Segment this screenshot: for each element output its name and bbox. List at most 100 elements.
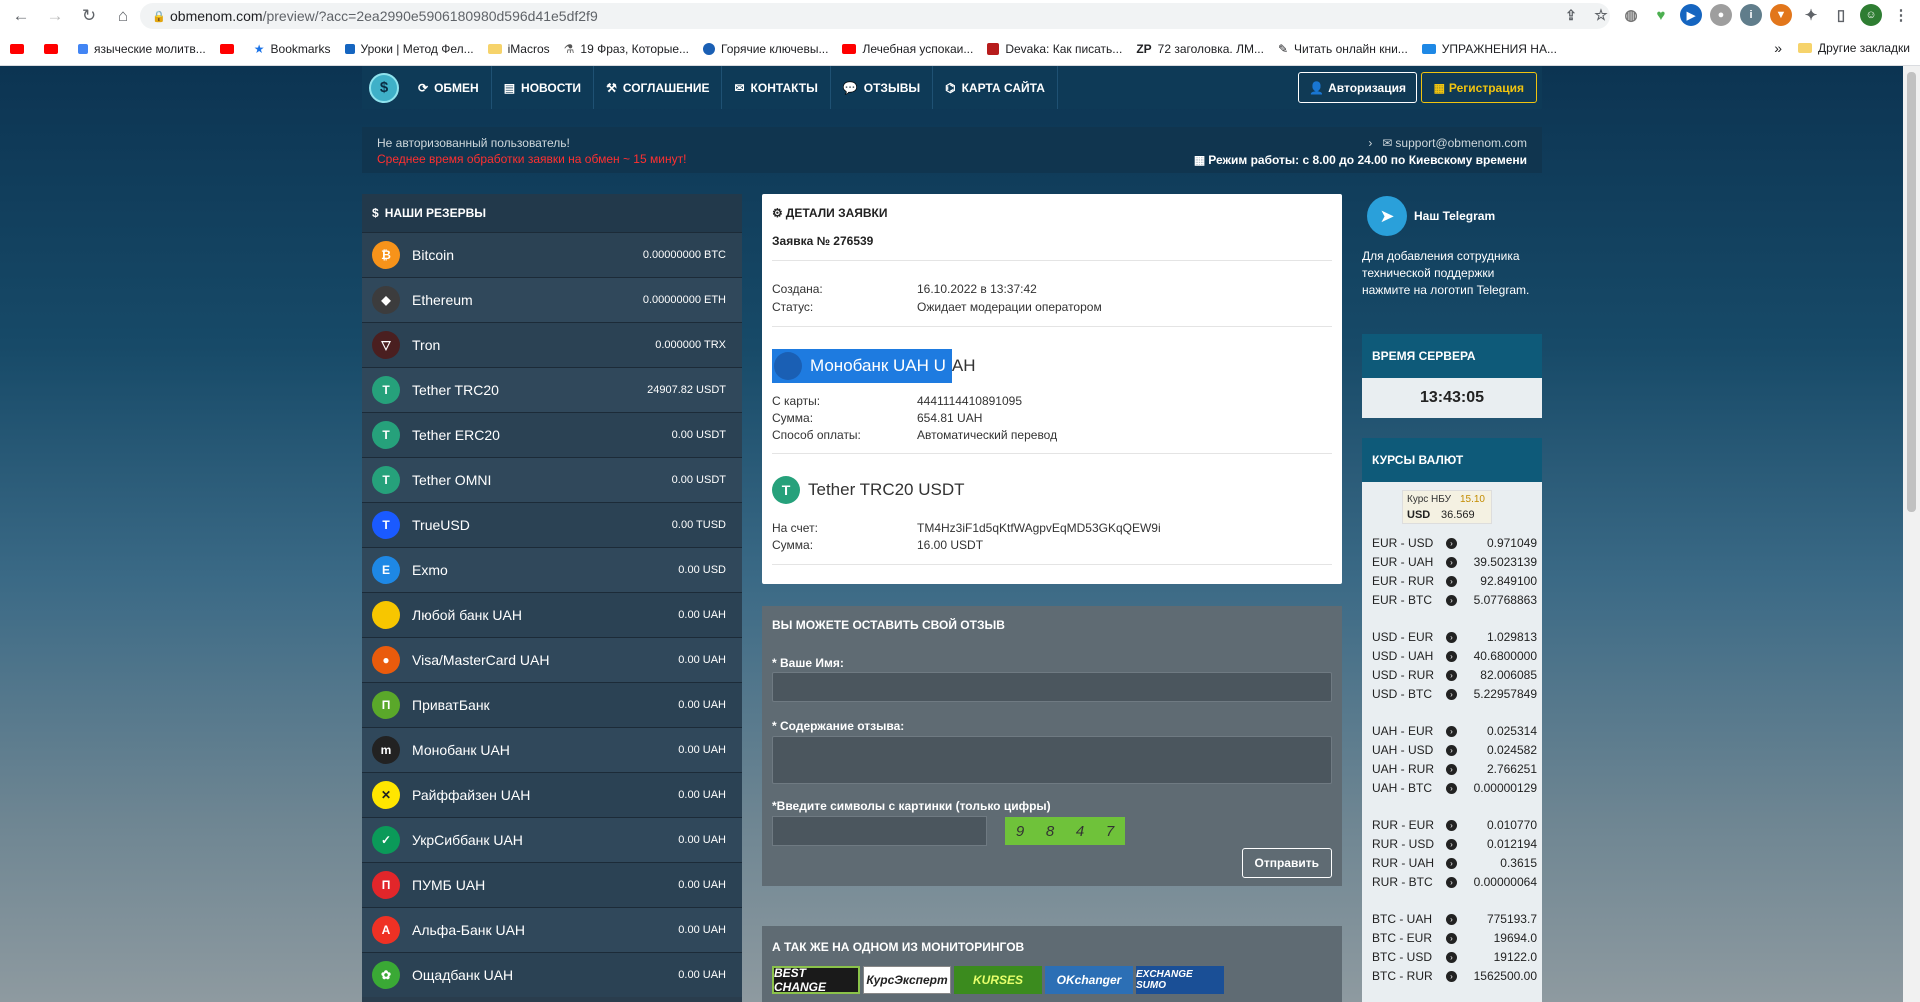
telegram-name[interactable]: Наш Telegram bbox=[1414, 209, 1495, 223]
bookmark-label: Уроки | Метод Фел... bbox=[360, 42, 474, 56]
reserve-row[interactable]: T TrueUSD 0.00 TUSD bbox=[362, 502, 742, 547]
reserve-row[interactable]: П ПУМБ UAH 0.00 UAH bbox=[362, 862, 742, 907]
more-bookmarks-icon[interactable]: » bbox=[1774, 40, 1782, 56]
bookmark-youtube-2[interactable] bbox=[44, 44, 64, 54]
bookmark-youtube-1[interactable] bbox=[10, 44, 30, 54]
nav-agreement[interactable]: ⚒ СОГЛАШЕНИЕ bbox=[594, 66, 723, 109]
reload-icon[interactable]: ↻ bbox=[76, 3, 102, 29]
reserve-row[interactable]: ✓ УкрСиббанк UAH 0.00 UAH bbox=[362, 817, 742, 862]
bookmark-item[interactable]: ⚗ 19 Фраз, Которые... bbox=[564, 42, 689, 56]
monitor-kursexpert[interactable]: КурсЭксперт bbox=[863, 966, 951, 994]
reserve-row[interactable]: T Tether OMNI 0.00 USDT bbox=[362, 457, 742, 502]
site-logo[interactable]: $ bbox=[362, 66, 406, 109]
bookmarks-bar: языческие молитв... ★ Bookmarks Уроки | М… bbox=[0, 36, 1920, 62]
account-value: TM4Hz3iF1d5qKtfWAgpvEqMD53GKqQEW9i bbox=[917, 521, 1161, 535]
reserve-amount: 0.00000000 BTC bbox=[642, 249, 726, 261]
play-extension-icon[interactable]: ▶ bbox=[1680, 4, 1702, 26]
currency-icon: ✓ bbox=[372, 826, 400, 854]
nav-exchange[interactable]: ⟳ ОБМЕН bbox=[406, 66, 492, 109]
back-arrow-icon[interactable]: ← bbox=[8, 3, 34, 29]
page-scrollbar[interactable] bbox=[1903, 66, 1920, 1002]
envelope-icon: ✉ bbox=[1382, 136, 1393, 150]
nav-sitemap[interactable]: ⌬ КАРТА САЙТА bbox=[933, 66, 1058, 109]
reserve-name: Tron bbox=[412, 337, 441, 353]
reserve-row[interactable]: ✕ Райффайзен UAH 0.00 UAH bbox=[362, 772, 742, 817]
share-icon[interactable]: ⇪ bbox=[1560, 4, 1582, 26]
other-bookmarks[interactable]: » Другие закладки bbox=[1774, 40, 1910, 56]
forward-arrow-icon[interactable]: → bbox=[42, 3, 68, 29]
bookmark-youtube-3[interactable] bbox=[219, 44, 240, 54]
send-review-button[interactable]: Отправить bbox=[1241, 848, 1332, 878]
kebab-menu-icon[interactable]: ⋮ bbox=[1890, 4, 1912, 26]
extension-icons: ⇪ ☆ ◍ ♥ ▶ ● i ▼ ✦ ▯ ☺ ⋮ bbox=[1560, 4, 1912, 26]
currency-icon: ▽ bbox=[372, 331, 400, 359]
created-value: 16.10.2022 в 13:37:42 bbox=[917, 282, 1037, 296]
reserve-row[interactable]: П ПриватБанк 0.00 UAH bbox=[362, 682, 742, 727]
globe-extension-icon[interactable]: ◍ bbox=[1620, 4, 1642, 26]
rate-value: 0.012194 bbox=[1486, 837, 1537, 851]
address-bar[interactable]: 🔒 obmenom.com/preview/?acc=2ea2990e59061… bbox=[140, 3, 1610, 29]
reserve-amount: 0.000000 TRX bbox=[655, 339, 726, 351]
reserve-row[interactable]: ₿ Bitcoin 0.00000000 BTC bbox=[362, 232, 742, 277]
name-input[interactable] bbox=[772, 672, 1332, 702]
bookmark-item[interactable]: ZP 72 заголовка. ЛМ... bbox=[1136, 42, 1264, 56]
reserve-row[interactable]: ● Visa/MasterCard UAH 0.00 UAH bbox=[362, 637, 742, 682]
scrollbar-thumb[interactable] bbox=[1907, 72, 1916, 512]
monitor-okchanger[interactable]: OKchanger bbox=[1045, 966, 1133, 994]
bookmark-item[interactable]: УПРАЖНЕНИЯ НА... bbox=[1421, 42, 1557, 56]
monitor-exchangesumo[interactable]: EXCHANGE SUMO bbox=[1136, 966, 1224, 994]
reserve-row[interactable]: Любой банк UAH 0.00 UAH bbox=[362, 592, 742, 637]
sidebar-icon[interactable]: ▯ bbox=[1830, 4, 1852, 26]
rate-value: 40.6800000 bbox=[1473, 649, 1537, 663]
login-button[interactable]: 👤 Авторизация bbox=[1298, 72, 1417, 103]
bookmark-item[interactable]: ✎ Читать онлайн кни... bbox=[1278, 42, 1408, 56]
account-label: На счет: bbox=[772, 521, 818, 535]
monitor-bestchange[interactable]: BEST CHANGE bbox=[772, 966, 860, 994]
fox-extension-icon[interactable]: ▼ bbox=[1770, 4, 1792, 26]
sum-to-value: 16.00 USDT bbox=[917, 538, 984, 552]
content-textarea[interactable] bbox=[772, 736, 1332, 784]
reserve-row[interactable]: ✿ Ощадбанк UAH 0.00 UAH bbox=[362, 952, 742, 997]
youtube-icon bbox=[44, 44, 58, 54]
currency-icon: T bbox=[372, 421, 400, 449]
user-icon: 👤 bbox=[1309, 80, 1325, 95]
nav-reviews[interactable]: 💬 ОТЗЫВЫ bbox=[831, 66, 934, 109]
nav-contacts[interactable]: ✉ КОНТАКТЫ bbox=[722, 66, 831, 109]
register-button[interactable]: ▦ Регистрация bbox=[1420, 72, 1537, 103]
grey-extension-icon[interactable]: ● bbox=[1710, 4, 1732, 26]
reserve-row[interactable]: T Tether ERC20 0.00 USDT bbox=[362, 412, 742, 457]
heart-extension-icon[interactable]: ♥ bbox=[1650, 4, 1672, 26]
puzzle-icon[interactable]: ✦ bbox=[1800, 4, 1822, 26]
reserve-row[interactable]: A Альфа-Банк UAH 0.00 UAH bbox=[362, 907, 742, 952]
currency-icon: П bbox=[372, 871, 400, 899]
bookmark-item[interactable]: Лечебная успокаи... bbox=[842, 42, 973, 56]
reserve-row[interactable]: ▽ Tron 0.000000 TRX bbox=[362, 322, 742, 367]
info-extension-icon[interactable]: i bbox=[1740, 4, 1762, 26]
home-icon[interactable]: ⌂ bbox=[110, 3, 136, 29]
reserve-name: УкрСиббанк UAH bbox=[412, 832, 523, 848]
bookmark-item[interactable]: Уроки | Метод Фел... bbox=[344, 42, 474, 56]
reserve-name: Монобанк UAH bbox=[412, 742, 510, 758]
reserve-amount: 0.00 UAH bbox=[678, 879, 726, 891]
bookmark-item[interactable]: Горячие ключевы... bbox=[703, 42, 828, 56]
star-icon[interactable]: ☆ bbox=[1590, 4, 1612, 26]
rate-pair: RUR - UAH bbox=[1372, 856, 1434, 870]
reserve-row[interactable]: T Tether TRC20 24907.82 USDT bbox=[362, 367, 742, 412]
nav-news[interactable]: ▤ НОВОСТИ bbox=[492, 66, 595, 109]
reserve-amount: 24907.82 USDT bbox=[647, 384, 726, 396]
server-time-title: ВРЕМЯ СЕРВЕРА bbox=[1362, 334, 1542, 378]
bookmark-item[interactable]: ★ Bookmarks bbox=[254, 42, 331, 56]
reserve-row[interactable]: E Exmo 0.00 USD bbox=[362, 547, 742, 592]
rate-row: USD - EUR › 1.029813 bbox=[1372, 628, 1537, 646]
telegram-icon[interactable]: ➤ bbox=[1367, 196, 1407, 236]
reserve-row[interactable]: ◆ Ethereum 0.00000000 ETH bbox=[362, 277, 742, 322]
bookmark-item[interactable]: языческие молитв... bbox=[78, 42, 206, 56]
profile-avatar-icon[interactable]: ☺ bbox=[1860, 4, 1882, 26]
monitor-kurses[interactable]: KURSES bbox=[954, 966, 1042, 994]
captcha-input[interactable] bbox=[772, 816, 987, 846]
bookmark-item[interactable]: Devaka: Как писать... bbox=[987, 42, 1122, 56]
bookmark-item[interactable]: iMacros bbox=[487, 42, 550, 56]
bookmark-label: Лечебная успокаи... bbox=[862, 42, 974, 56]
support-email[interactable]: › ✉ support@obmenom.com bbox=[1368, 136, 1527, 150]
reserve-row[interactable]: m Монобанк UAH 0.00 UAH bbox=[362, 727, 742, 772]
